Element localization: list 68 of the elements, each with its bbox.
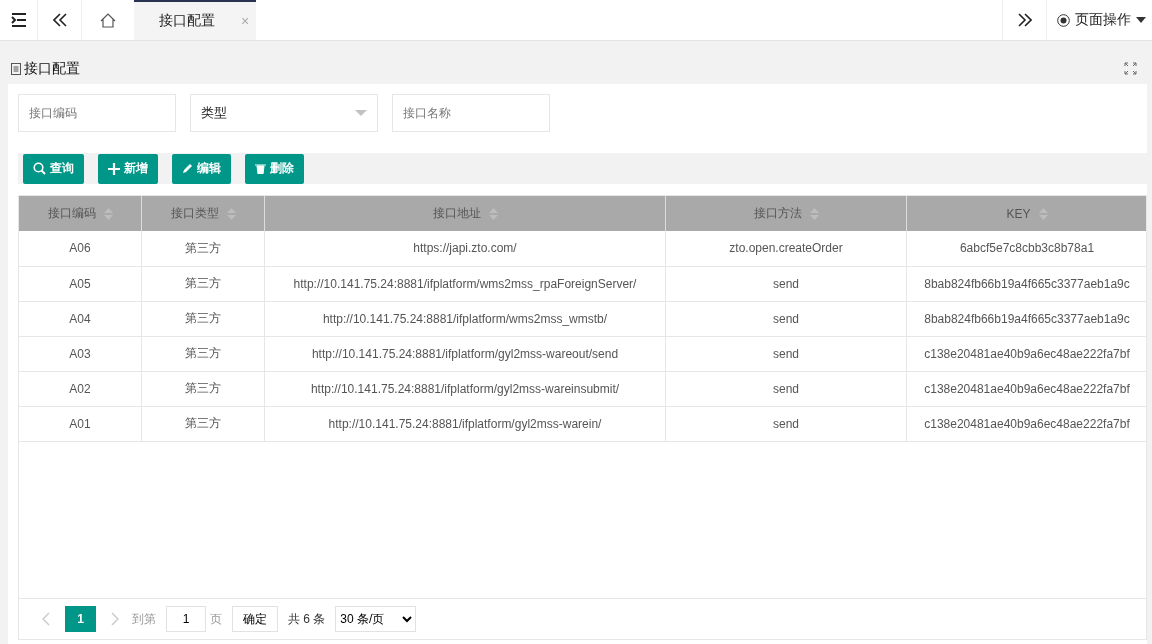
input-field[interactable]: 接口名称 [392, 94, 550, 132]
column-header[interactable]: 接口地址 [264, 196, 666, 231]
confirm-button[interactable]: 确定 [232, 606, 278, 632]
table-cell: 8bab824fb66b19a4f665c3377aeb1a9c [906, 301, 1146, 336]
table-cell: 第三方 [141, 371, 265, 406]
table-cell: A06 [19, 231, 142, 266]
goto-label: 到第 [132, 610, 156, 628]
page-number-button[interactable]: 1 [65, 606, 96, 632]
table-cell: http://10.141.75.24:8881/ifplatform/wms2mss_rpaForeignServer/ [264, 266, 666, 301]
page-size-dropdown[interactable]: 30 条/页 [335, 606, 417, 632]
trash-icon [255, 163, 266, 174]
table-cell: zto.open.createOrder [665, 231, 907, 266]
table-cell: 第三方 [141, 266, 265, 301]
add-button[interactable]: 新增 [98, 153, 158, 184]
table-cell: 第三方 [141, 231, 265, 266]
page-actions-menu[interactable]: 页面操作 [1046, 0, 1152, 40]
table-cell: 第三方 [141, 406, 265, 441]
page-actions-label: 页面操作 [1075, 11, 1131, 29]
page-tab[interactable]: 接口配置 × [134, 0, 256, 40]
page-unit-label: 页 [210, 610, 222, 628]
table-cell: send [665, 336, 907, 371]
fullscreen-icon[interactable] [1124, 62, 1137, 75]
edit-button[interactable]: 编辑 [172, 153, 231, 184]
table-cell: send [665, 371, 907, 406]
table-cell: A01 [19, 406, 142, 441]
table-cell: A05 [19, 266, 142, 301]
page-input-field[interactable]: 1 [166, 606, 206, 632]
table-cell: https://japi.zto.com/ [264, 231, 666, 266]
type-dropdown[interactable]: 类型 [190, 94, 378, 132]
column-header[interactable]: 接口编码 [19, 196, 142, 231]
table-cell: http://10.141.75.24:8881/ifplatform/gyl2mss-wareout/send [264, 336, 666, 371]
table-cell: http://10.141.75.24:8881/ifplatform/gyl2mss-wareinsubmit/ [264, 371, 666, 406]
caret-down-icon [355, 110, 367, 116]
column-header[interactable]: KEY [906, 196, 1146, 231]
table-cell: 6abcf5e7c8cbb3c8b78a1 [906, 231, 1146, 266]
table-cell: http://10.141.75.24:8881/ifplatform/wms2mss_wmstb/ [264, 301, 666, 336]
menu-icon [10, 13, 27, 27]
table-cell: c138e20481ae40b9a6ec48ae222fa7bf [906, 371, 1146, 406]
search-icon [33, 162, 46, 175]
caret-down-icon [1136, 17, 1146, 23]
table-cell: 第三方 [141, 336, 265, 371]
table-cell: A02 [19, 371, 142, 406]
radio-dot-icon [1057, 13, 1070, 27]
pencil-icon [182, 163, 193, 174]
home-icon [100, 12, 116, 28]
panel-title: 接口配置 [24, 59, 80, 78]
table-cell: c138e20481ae40b9a6ec48ae222fa7bf [906, 406, 1146, 441]
table-cell: A04 [19, 301, 142, 336]
tab-label: 接口配置 [158, 12, 215, 30]
table-cell: A03 [19, 336, 142, 371]
double-chevron-right-icon [1017, 13, 1032, 27]
delete-button[interactable]: 删除 [245, 153, 304, 184]
table-cell: 8bab824fb66b19a4f665c3377aeb1a9c [906, 266, 1146, 301]
table-cell: send [665, 266, 907, 301]
total-count: 共 6 条 [288, 610, 326, 628]
table-cell: http://10.141.75.24:8881/ifplatform/gyl2mss-warein/ [264, 406, 666, 441]
document-icon [11, 62, 21, 75]
close-icon[interactable]: × [240, 13, 250, 29]
double-chevron-left-icon [52, 13, 67, 27]
table-cell: send [665, 301, 907, 336]
plus-icon [108, 162, 120, 175]
column-header[interactable]: 接口类型 [141, 196, 265, 231]
table-cell: c138e20481ae40b9a6ec48ae222fa7bf [906, 336, 1146, 371]
table-cell: send [665, 406, 907, 441]
table-cell: 第三方 [141, 301, 265, 336]
search-button[interactable]: 查询 [23, 153, 84, 184]
column-header[interactable]: 接口方法 [665, 196, 907, 231]
input-field[interactable]: 接口编码 [18, 94, 176, 132]
